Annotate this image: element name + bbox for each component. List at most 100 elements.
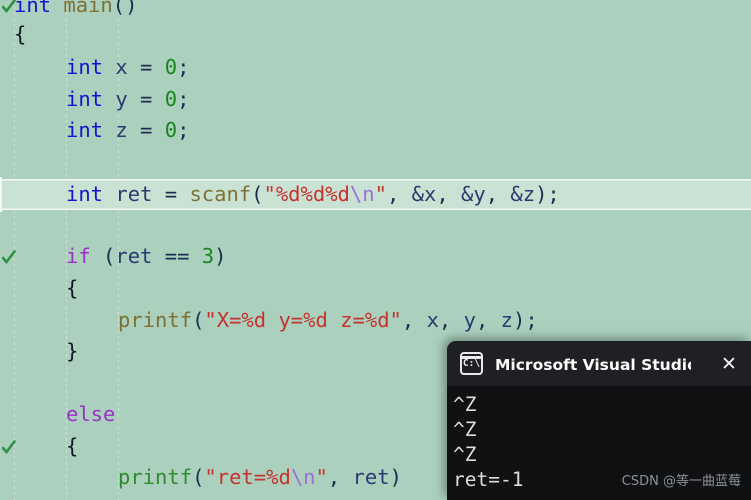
code-line-text: {: [14, 19, 26, 50]
code-token: ret: [352, 465, 390, 489]
code-line[interactable]: [0, 211, 751, 242]
code-token: &z: [510, 182, 536, 206]
code-token: ;: [177, 118, 190, 142]
code-line[interactable]: int y = 0;: [0, 84, 751, 115]
debug-console-window[interactable]: C:\ Microsoft Visual Studio 调试控 ✕ ^Z^Z^Z…: [447, 341, 751, 500]
code-token: &y: [461, 182, 486, 206]
code-line-text: {: [66, 431, 78, 462]
console-title-bar[interactable]: C:\ Microsoft Visual Studio 调试控 ✕: [447, 341, 751, 386]
code-line-text: }: [66, 336, 78, 367]
code-line-text: int y = 0;: [66, 84, 189, 115]
code-token: ;: [177, 87, 190, 111]
code-token: if: [66, 244, 91, 268]
code-token: }: [66, 339, 79, 363]
code-token: 0: [164, 87, 178, 111]
console-output-line: ^Z: [453, 393, 477, 416]
code-token: );: [535, 182, 560, 206]
code-token: {: [66, 276, 79, 300]
code-token: ,: [475, 308, 501, 332]
code-token: "X=%d y=%d z=%d": [204, 308, 402, 332]
code-token: "%d%d%d: [263, 182, 350, 206]
code-line-text: printf("ret=%d\n", ret): [118, 462, 402, 493]
code-line-text: printf("X=%d y=%d z=%d", x, y, z);: [118, 305, 538, 336]
code-token: int: [66, 55, 104, 79]
code-token: (): [112, 0, 138, 17]
code-token: =: [152, 182, 190, 206]
code-token: 0: [164, 118, 178, 142]
code-token: y: [115, 87, 128, 111]
code-token: printf: [118, 465, 193, 489]
code-line-text: int z = 0;: [66, 115, 189, 146]
code-token: (: [192, 465, 205, 489]
code-token: z: [500, 308, 513, 332]
code-token: ret: [115, 244, 153, 268]
code-token: \n: [349, 182, 375, 206]
code-token: ,: [485, 182, 511, 206]
code-token: &x: [411, 182, 437, 206]
code-token: x: [426, 308, 439, 332]
code-token: "ret=%d: [204, 465, 291, 489]
code-token: 3: [201, 244, 215, 268]
code-token: {: [14, 22, 27, 46]
code-token: =: [127, 55, 165, 79]
code-token: 0: [164, 55, 178, 79]
code-token: scanf: [189, 182, 252, 206]
code-token: ,: [401, 308, 427, 332]
code-line-text: int x = 0;: [66, 52, 189, 83]
code-token: ,: [436, 182, 461, 206]
code-line-text: if (ret == 3): [66, 241, 226, 272]
code-token: ==: [152, 244, 202, 268]
code-line[interactable]: int main(): [0, 0, 751, 21]
code-token: \n: [290, 465, 316, 489]
code-token: ,: [327, 465, 353, 489]
console-output-area[interactable]: ^Z ^Z ^Z ret=-1 CSDN @等一曲蓝莓: [447, 386, 751, 500]
code-line[interactable]: int z = 0;: [0, 115, 751, 146]
console-output-line: ^Z: [453, 418, 477, 441]
code-token: ,: [386, 182, 412, 206]
code-token: ;: [177, 55, 190, 79]
code-line-text: else: [66, 399, 115, 430]
console-output-line: ^Z: [453, 443, 477, 466]
code-token: ": [315, 465, 328, 489]
code-line[interactable]: int ret = scanf("%d%d%d\n", &x, &y, &z);: [0, 176, 751, 213]
saved-change-checkmark-icon: [2, 249, 16, 265]
code-token: z: [115, 118, 128, 142]
code-line-text: {: [66, 273, 78, 304]
code-line[interactable]: {: [0, 19, 751, 50]
code-line[interactable]: if (ret == 3): [0, 241, 751, 272]
code-line[interactable]: printf("X=%d y=%d z=%d", x, y, z);: [0, 305, 751, 336]
code-token: y: [463, 308, 476, 332]
code-token: (: [192, 308, 205, 332]
code-line[interactable]: int x = 0;: [0, 52, 751, 83]
code-token: else: [66, 402, 116, 426]
code-token: ): [214, 244, 227, 268]
code-token: int: [66, 118, 104, 142]
code-token: ": [374, 182, 387, 206]
code-token: (: [90, 244, 116, 268]
code-token: main: [63, 0, 113, 17]
code-token: =: [127, 118, 165, 142]
close-icon[interactable]: ✕: [717, 352, 741, 376]
console-title-text: Microsoft Visual Studio 调试控: [495, 355, 691, 374]
code-token: ret: [115, 182, 153, 206]
code-token: int: [66, 182, 104, 206]
code-token: int: [66, 87, 104, 111]
saved-change-checkmark-icon: [2, 439, 16, 455]
code-line-text: int ret = scanf("%d%d%d\n", &x, &y, &z);: [66, 179, 560, 210]
code-token: );: [512, 308, 538, 332]
code-token: {: [66, 434, 79, 458]
code-line[interactable]: [0, 147, 751, 178]
code-token: int: [14, 0, 52, 17]
watermark-text: CSDN @等一曲蓝莓: [621, 474, 741, 489]
code-token: ,: [438, 308, 464, 332]
code-token: printf: [118, 308, 193, 332]
code-token: (: [251, 182, 264, 206]
code-token: =: [127, 87, 165, 111]
code-line[interactable]: {: [0, 273, 751, 304]
console-window-icon: C:\: [460, 352, 483, 375]
